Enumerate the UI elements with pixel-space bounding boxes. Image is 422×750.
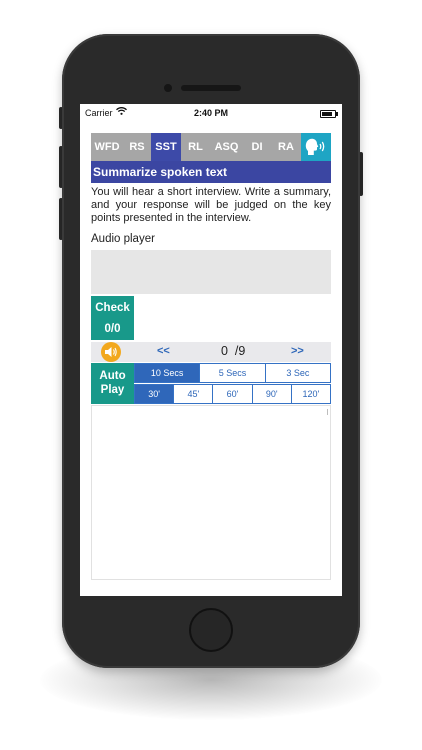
front-camera — [164, 84, 172, 92]
home-button[interactable] — [189, 608, 233, 652]
autoplay-button[interactable]: Auto Play — [91, 363, 134, 404]
tab-ra[interactable]: RA — [271, 133, 301, 161]
question-counter: 0 /9 — [221, 344, 246, 358]
question-type-tabs: WFD RS SST RL ASQ DI RA — [91, 133, 331, 161]
tab-rs[interactable]: RS — [123, 133, 151, 161]
instructions-text: You will hear a short interview. Write a… — [91, 186, 331, 224]
autoplay-label-line1: Auto — [99, 370, 126, 382]
check-button[interactable]: Check 0/0 — [91, 296, 134, 340]
status-bar: Carrier 2:40 PM — [80, 104, 342, 122]
duration-option-120[interactable]: 120' — [290, 385, 331, 403]
delay-segmented-control: 10 Secs 5 Secs 3 Sec — [134, 363, 331, 383]
duration-option-45[interactable]: 45' — [173, 385, 213, 403]
next-button[interactable]: >> — [291, 345, 304, 357]
status-time: 2:40 PM — [193, 108, 228, 118]
earpiece-speaker — [181, 85, 241, 91]
delay-option-10-secs[interactable]: 10 Secs — [135, 364, 200, 382]
duration-segmented-control: 30' 45' 60' 90' 120' — [134, 384, 331, 404]
tab-asq[interactable]: ASQ — [210, 133, 243, 161]
tab-speech[interactable] — [301, 133, 331, 161]
question-navigation: << 0 /9 >> — [91, 342, 331, 362]
speaker-glyph-icon — [105, 347, 117, 357]
check-score: 0/0 — [104, 323, 121, 335]
audio-player-label: Audio player — [91, 233, 155, 245]
section-title: Summarize spoken text — [91, 161, 331, 183]
delay-option-5-secs[interactable]: 5 Secs — [199, 364, 265, 382]
tab-rl[interactable]: RL — [181, 133, 210, 161]
check-label: Check — [95, 302, 130, 314]
scroll-indicator — [327, 409, 328, 415]
tab-wfd[interactable]: WFD — [91, 133, 123, 161]
duration-option-60[interactable]: 60' — [212, 385, 252, 403]
speaking-head-icon — [305, 138, 325, 155]
summary-text-area[interactable] — [91, 405, 331, 580]
tab-di[interactable]: DI — [243, 133, 271, 161]
audio-player[interactable] — [91, 250, 331, 294]
duration-option-30[interactable]: 30' — [135, 385, 174, 403]
delay-option-3-sec[interactable]: 3 Sec — [264, 364, 330, 382]
tab-sst[interactable]: SST — [151, 133, 181, 161]
app-screen: Carrier 2:40 PM WFD RS SST RL ASQ DI RA … — [80, 104, 342, 596]
duration-option-90[interactable]: 90' — [251, 385, 291, 403]
autoplay-label-line2: Play — [100, 384, 125, 396]
previous-button[interactable]: << — [157, 345, 170, 357]
speaker-icon[interactable] — [101, 342, 121, 362]
battery-icon — [320, 110, 338, 118]
